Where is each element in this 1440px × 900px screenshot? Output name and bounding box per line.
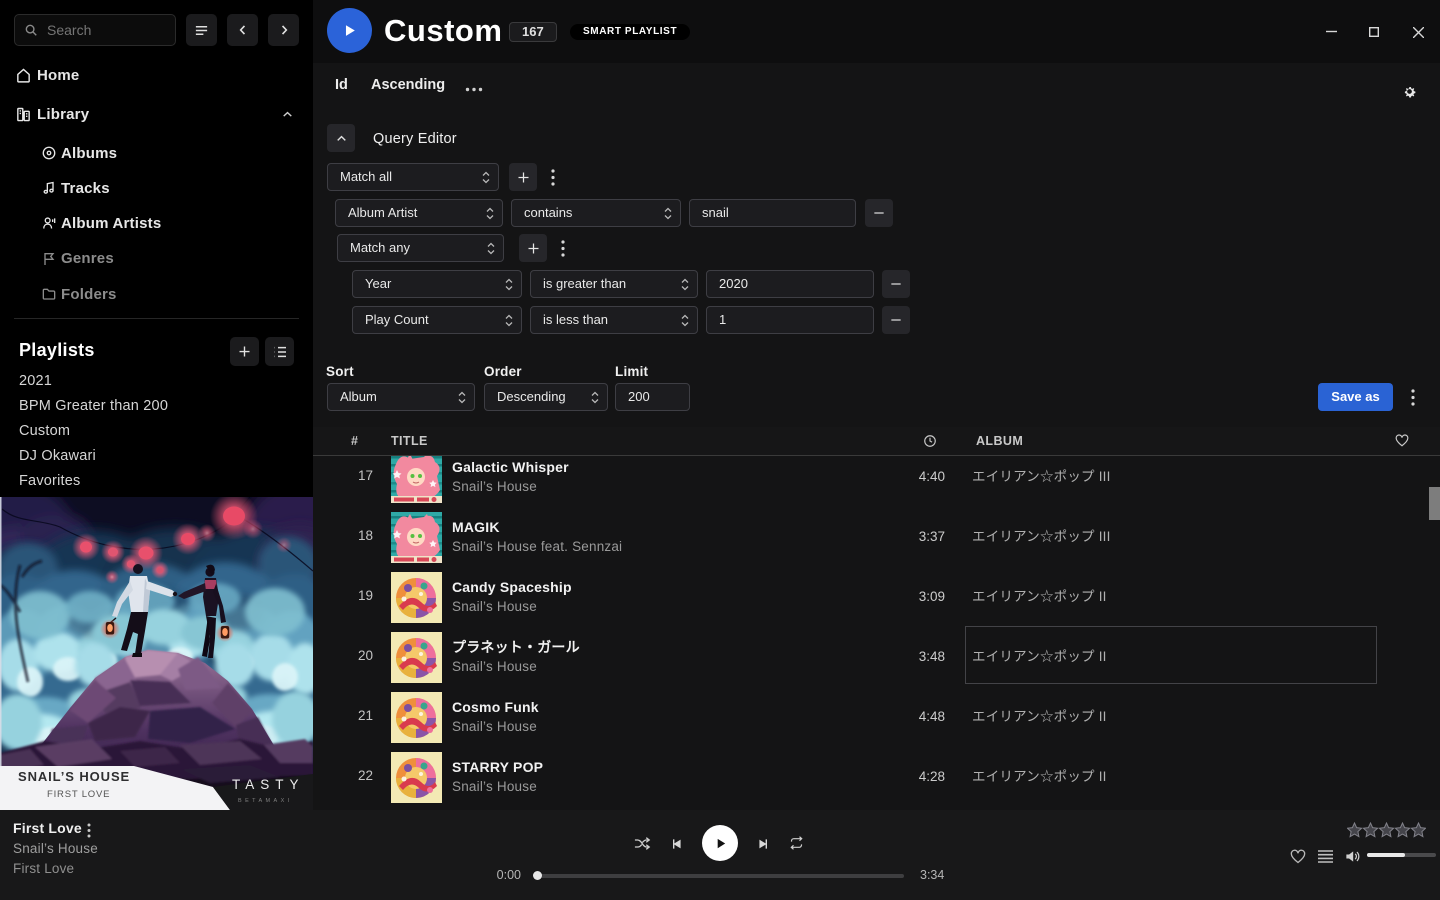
svg-text:FIRST LOVE: FIRST LOVE [47, 789, 110, 800]
svg-text:TASTY: TASTY [232, 777, 305, 792]
svg-text:BETAMAXI: BETAMAXI [238, 798, 293, 804]
svg-text:SNAIL’S HOUSE: SNAIL’S HOUSE [18, 769, 130, 784]
